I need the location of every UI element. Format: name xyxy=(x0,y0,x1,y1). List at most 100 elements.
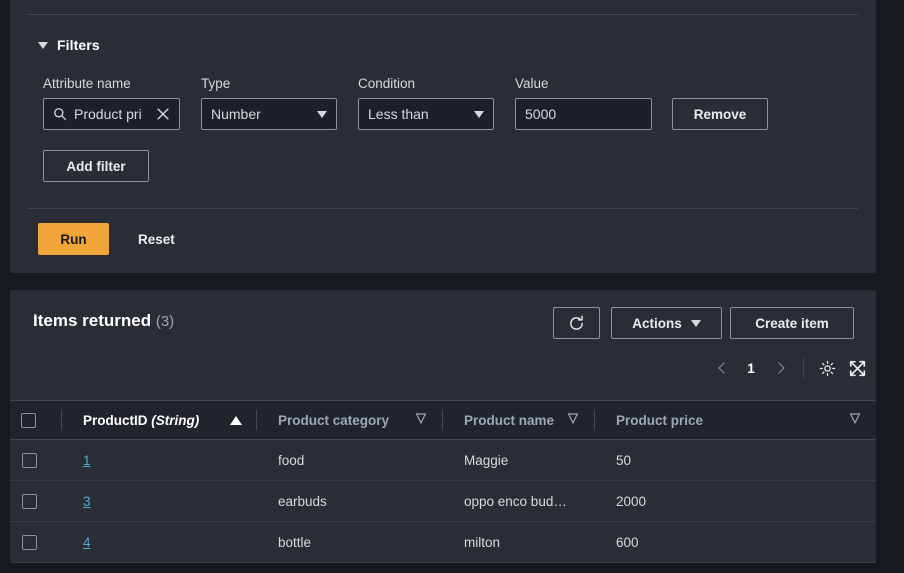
product-name-value: oppo enco bud… xyxy=(464,494,567,509)
attribute-name-input[interactable]: Product pri xyxy=(43,98,180,130)
items-table-head: ProductID (String) Product category xyxy=(10,401,876,440)
next-page-button[interactable] xyxy=(765,354,795,382)
column-separator xyxy=(594,410,595,430)
table-row: 3 earbuds oppo enco bud… 2000 xyxy=(10,481,876,522)
column-separator xyxy=(61,410,62,430)
cell-product-price: 50 xyxy=(594,440,876,481)
cell-product-id: 1 xyxy=(61,440,256,481)
filter-value-input[interactable]: 5000 xyxy=(515,98,652,130)
remove-filter-button[interactable]: Remove xyxy=(672,98,768,130)
actions-dropdown-button[interactable]: Actions xyxy=(611,307,722,339)
condition-select[interactable]: Less than xyxy=(358,98,494,130)
cell-product-name: oppo enco bud… xyxy=(442,481,594,522)
cell-product-category: food xyxy=(256,440,442,481)
cell-product-name: milton xyxy=(442,522,594,563)
header-product-price[interactable]: Product price xyxy=(594,401,876,440)
product-id-link[interactable]: 1 xyxy=(83,453,91,468)
chevron-down-icon xyxy=(474,111,484,118)
chevron-right-icon xyxy=(773,362,784,373)
chevron-down-icon xyxy=(691,320,701,327)
items-returned-count: (3) xyxy=(156,313,174,330)
attribute-name-label: Attribute name xyxy=(43,76,131,91)
row-checkbox[interactable] xyxy=(22,494,37,509)
filters-panel: Filters Attribute name Type Condition Va… xyxy=(10,0,876,273)
chevron-down-icon xyxy=(38,42,48,49)
search-icon xyxy=(53,107,67,121)
row-select-cell xyxy=(10,522,61,563)
sort-icon[interactable] xyxy=(568,416,580,425)
header-product-name[interactable]: Product name xyxy=(442,401,594,440)
select-all-header xyxy=(10,401,61,440)
previous-page-button[interactable] xyxy=(707,354,737,382)
product-category-value: bottle xyxy=(278,535,311,550)
header-product-price-label: Product price xyxy=(616,413,703,428)
cell-product-category: bottle xyxy=(256,522,442,563)
create-item-button[interactable]: Create item xyxy=(730,307,854,339)
product-id-link[interactable]: 4 xyxy=(83,535,91,550)
panel-top-divider xyxy=(28,14,858,15)
refresh-button[interactable] xyxy=(553,307,600,339)
header-product-name-label: Product name xyxy=(464,413,554,428)
gear-icon xyxy=(819,360,836,377)
run-button[interactable]: Run xyxy=(38,223,109,255)
dynamodb-items-page: Filters Attribute name Type Condition Va… xyxy=(0,0,904,573)
sort-ascending-icon[interactable] xyxy=(230,416,242,425)
items-table-body: 1foodMaggie503earbudsoppo enco bud…20004… xyxy=(10,440,876,563)
cell-product-name: Maggie xyxy=(442,440,594,481)
header-product-id-label: ProductID xyxy=(83,413,148,428)
row-select-cell xyxy=(10,481,61,522)
header-product-category[interactable]: Product category xyxy=(256,401,442,440)
product-name-value: Maggie xyxy=(464,453,508,468)
filters-section-toggle[interactable]: Filters xyxy=(38,37,100,53)
table-toolbar: 1 xyxy=(707,354,872,382)
header-product-id-type: (String) xyxy=(151,413,199,428)
condition-select-value: Less than xyxy=(368,106,429,122)
table-row: 4 bottle milton 600 xyxy=(10,522,876,563)
cell-product-category: earbuds xyxy=(256,481,442,522)
fullscreen-button[interactable] xyxy=(842,354,872,382)
items-returned-label: Items returned xyxy=(33,311,151,330)
product-price-value: 50 xyxy=(616,453,631,468)
value-label: Value xyxy=(515,76,549,91)
filters-actions-divider xyxy=(28,208,858,209)
items-table: ProductID (String) Product category xyxy=(10,400,876,563)
expand-icon xyxy=(849,360,866,377)
product-price-value: 600 xyxy=(616,535,639,550)
cell-product-id: 3 xyxy=(61,481,256,522)
select-all-checkbox[interactable] xyxy=(21,413,36,428)
refresh-icon xyxy=(568,315,585,332)
column-separator xyxy=(256,410,257,430)
type-select[interactable]: Number xyxy=(201,98,337,130)
row-checkbox[interactable] xyxy=(22,453,37,468)
cell-product-price: 2000 xyxy=(594,481,876,522)
type-select-value: Number xyxy=(211,106,261,122)
table-preferences-button[interactable] xyxy=(812,354,842,382)
close-icon[interactable] xyxy=(156,107,170,121)
toolbar-divider xyxy=(803,357,804,379)
items-returned-heading: Items returned (3) xyxy=(33,311,174,331)
header-product-category-label: Product category xyxy=(278,413,389,428)
header-product-id[interactable]: ProductID (String) xyxy=(61,401,256,440)
row-checkbox[interactable] xyxy=(22,535,37,550)
chevron-left-icon xyxy=(718,362,729,373)
table-row: 1 food Maggie 50 xyxy=(10,440,876,481)
attribute-name-value: Product pri xyxy=(74,106,149,122)
row-select-cell xyxy=(10,440,61,481)
type-label: Type xyxy=(201,76,230,91)
table-header-row: ProductID (String) Product category xyxy=(10,401,876,440)
product-name-value: milton xyxy=(464,535,500,550)
page-number-1[interactable]: 1 xyxy=(737,361,765,376)
sort-icon[interactable] xyxy=(850,416,862,425)
reset-button[interactable]: Reset xyxy=(138,223,175,255)
actions-label: Actions xyxy=(632,316,682,331)
sort-icon[interactable] xyxy=(416,416,428,425)
filters-section-title: Filters xyxy=(57,37,100,53)
add-filter-button[interactable]: Add filter xyxy=(43,150,149,182)
cell-product-id: 4 xyxy=(61,522,256,563)
product-category-value: food xyxy=(278,453,304,468)
cell-product-price: 600 xyxy=(594,522,876,563)
condition-label: Condition xyxy=(358,76,415,91)
product-id-link[interactable]: 3 xyxy=(83,494,91,509)
filter-value-text: 5000 xyxy=(525,106,556,122)
chevron-down-icon xyxy=(317,111,327,118)
